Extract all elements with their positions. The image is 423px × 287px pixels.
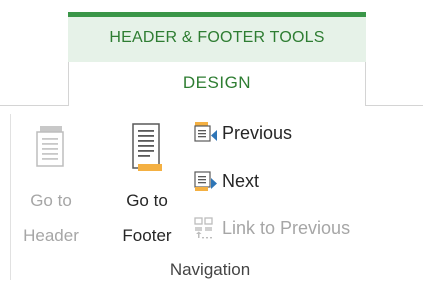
previous-label: Previous xyxy=(222,123,293,143)
go-to-footer-label-line1: Go to xyxy=(126,191,168,210)
tab-design[interactable]: DESIGN xyxy=(68,62,366,106)
ribbon-screenshot: HEADER & FOOTER TOOLS DESIGN Go to Heade… xyxy=(0,0,423,287)
previous-button[interactable]: Previous xyxy=(194,119,334,147)
previous-section-icon xyxy=(194,122,217,142)
go-to-header-label-line1: Go to xyxy=(30,191,72,210)
go-to-footer-icon xyxy=(132,123,162,171)
go-to-header-icon xyxy=(36,126,64,167)
group-divider xyxy=(10,114,11,280)
go-to-header-label-line2: Header xyxy=(23,226,79,245)
next-label: Next xyxy=(222,171,260,191)
go-to-header-button[interactable]: Go to Header xyxy=(22,114,80,254)
contextual-tab-label: HEADER & FOOTER TOOLS xyxy=(109,29,325,46)
go-to-footer-button[interactable]: Go to Footer xyxy=(118,114,176,254)
contextual-tab-header: HEADER & FOOTER TOOLS xyxy=(68,12,366,62)
next-button[interactable]: Next xyxy=(194,167,294,195)
link-to-previous-label: Link to Previous xyxy=(222,218,351,238)
link-to-previous-button[interactable]: Link to Previous xyxy=(194,214,409,242)
next-section-icon xyxy=(194,171,217,191)
link-to-previous-icon xyxy=(194,217,213,239)
go-to-footer-label-line2: Footer xyxy=(122,226,172,245)
tab-design-label: DESIGN xyxy=(182,73,252,92)
navigation-group-label: Navigation xyxy=(169,260,251,279)
